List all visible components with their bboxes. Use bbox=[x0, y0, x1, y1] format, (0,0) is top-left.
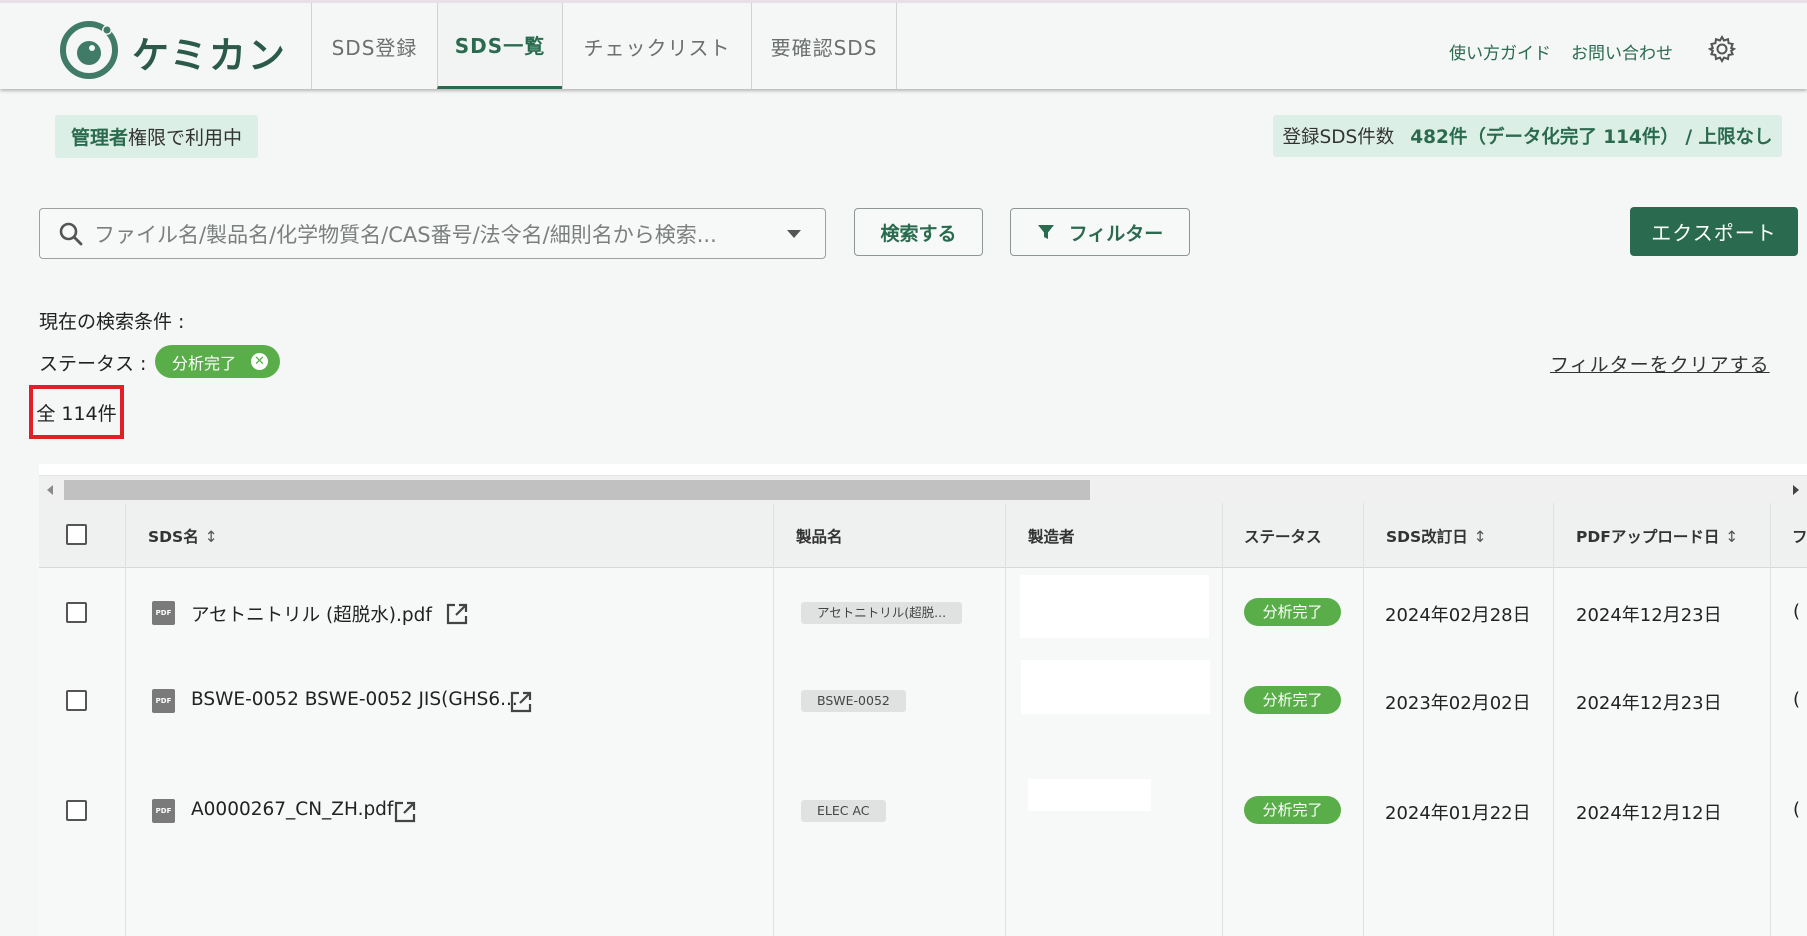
current-search-conditions-label: 現在の検索条件 : bbox=[39, 311, 185, 333]
pdf-upload-date: 2024年12月23日 bbox=[1576, 605, 1722, 626]
usage-guide-link[interactable]: 使い方ガイド bbox=[1449, 39, 1551, 64]
table-header-row: SDS名 ↕ 製品名 製造者 ステータス SDS改訂日 ↕ PDFアップロード日 ↕ … bbox=[39, 503, 1807, 569]
scrollbar-thumb[interactable] bbox=[64, 480, 1090, 500]
col-sds-name-label: SDS名 bbox=[148, 528, 199, 546]
search-box[interactable] bbox=[39, 208, 826, 259]
sort-icon[interactable]: ↕ bbox=[1725, 528, 1738, 546]
pdf-upload-date: 2024年12月12日 bbox=[1576, 803, 1722, 824]
scroll-left-arrow-icon[interactable] bbox=[47, 485, 53, 495]
horizontal-scrollbar[interactable] bbox=[39, 475, 1807, 504]
clear-filters-link[interactable]: フィルターをクリアする bbox=[1550, 350, 1770, 377]
sds-table: SDS名 ↕ 製品名 製造者 ステータス SDS改訂日 ↕ PDFアップロード日 ↕ … bbox=[39, 503, 1807, 936]
search-button[interactable]: 検索する bbox=[854, 208, 983, 256]
tab-sds-register[interactable]: SDS登録 bbox=[311, 3, 437, 89]
col-product-name: 製品名 bbox=[796, 528, 843, 546]
status-chip-label: 分析完了 bbox=[172, 353, 237, 373]
column-divider bbox=[773, 503, 774, 936]
cut-off-cell: ( bbox=[1793, 799, 1801, 820]
table-row[interactable]: PDF アセトニトリル (超脱水).pdf アセトニトリル(超脱... 分析完了… bbox=[39, 568, 1807, 657]
cut-off-cell: ( bbox=[1793, 689, 1801, 710]
select-all-checkbox[interactable] bbox=[66, 524, 87, 545]
manufacturer-redacted bbox=[1021, 660, 1210, 714]
col-pdf-upload-date[interactable]: PDFアップロード日 ↕ bbox=[1576, 525, 1738, 547]
sds-revision-date: 2023年02月02日 bbox=[1385, 693, 1531, 714]
manufacturer-redacted bbox=[1028, 779, 1151, 811]
open-external-icon[interactable] bbox=[445, 602, 469, 626]
contact-link[interactable]: お問い合わせ bbox=[1571, 39, 1673, 64]
export-button[interactable]: エクスポート bbox=[1630, 207, 1798, 256]
col-sds-name[interactable]: SDS名 ↕ bbox=[148, 525, 218, 547]
tab-checklist[interactable]: チェックリスト bbox=[562, 3, 751, 89]
sds-revision-date: 2024年01月22日 bbox=[1385, 803, 1531, 824]
status-badge: 分析完了 bbox=[1244, 796, 1341, 824]
scroll-right-arrow-icon[interactable] bbox=[1793, 485, 1799, 495]
sort-icon[interactable]: ↕ bbox=[205, 528, 218, 546]
pdf-file-icon: PDF bbox=[152, 601, 175, 625]
total-results-count: 全 114件 bbox=[29, 385, 124, 439]
sort-icon[interactable]: ↕ bbox=[1474, 528, 1487, 546]
search-icon bbox=[59, 222, 83, 246]
dropdown-caret-icon[interactable] bbox=[787, 230, 801, 238]
manufacturer-redacted bbox=[1020, 575, 1209, 638]
open-external-icon[interactable] bbox=[393, 800, 417, 824]
col-cut-off-header: フ bbox=[1792, 528, 1807, 546]
column-divider bbox=[1553, 503, 1554, 936]
table-row[interactable] bbox=[39, 875, 1807, 936]
col-sds-revision-date-label: SDS改訂日 bbox=[1386, 528, 1468, 546]
count-value: 482件（データ化完了 114件） / 上限なし bbox=[1410, 127, 1773, 148]
sds-file-name[interactable]: A0000267_CN_ZH.pdf bbox=[191, 799, 393, 820]
tab-sds-list[interactable]: SDS一覧 bbox=[437, 3, 562, 89]
col-pdf-upload-date-label: PDFアップロード日 bbox=[1576, 528, 1720, 546]
col-status: ステータス bbox=[1244, 528, 1322, 546]
pdf-file-icon: PDF bbox=[152, 799, 175, 823]
open-external-icon[interactable] bbox=[509, 690, 533, 714]
row-checkbox[interactable] bbox=[66, 602, 87, 623]
cut-off-cell: ( bbox=[1793, 601, 1801, 622]
admin-permission-badge: 管理者 権限で利用中 bbox=[55, 115, 259, 158]
status-badge: 分析完了 bbox=[1244, 686, 1341, 714]
column-divider bbox=[1363, 503, 1364, 936]
pdf-upload-date: 2024年12月23日 bbox=[1576, 693, 1722, 714]
column-divider bbox=[1222, 503, 1223, 936]
status-badge: 分析完了 bbox=[1244, 598, 1341, 626]
filter-button[interactable]: フィルター bbox=[1010, 208, 1190, 256]
column-divider bbox=[1005, 503, 1006, 936]
top-navigation-bar: ケミカン SDS登録 SDS一覧 チェックリスト 要確認SDS 使い方ガイド お… bbox=[0, 0, 1807, 89]
kemikan-logo-icon[interactable] bbox=[58, 19, 120, 81]
tab-needs-review-sds[interactable]: 要確認SDS bbox=[751, 3, 897, 89]
filter-funnel-icon bbox=[1037, 225, 1054, 239]
table-row[interactable]: PDF BSWE-0052 BSWE-0052 JIS(GHS6... BSWE… bbox=[39, 656, 1807, 745]
admin-role: 管理者 bbox=[71, 127, 129, 149]
col-sds-revision-date[interactable]: SDS改訂日 ↕ bbox=[1386, 525, 1487, 547]
sds-file-name[interactable]: アセトニトリル (超脱水).pdf bbox=[191, 601, 432, 627]
sds-revision-date: 2024年02月28日 bbox=[1385, 605, 1531, 626]
status-filter-chip: 分析完了 ✕ bbox=[155, 345, 280, 378]
count-label: 登録SDS件数 bbox=[1282, 127, 1395, 148]
column-divider bbox=[125, 503, 126, 936]
pdf-file-icon: PDF bbox=[152, 689, 175, 713]
sds-file-name[interactable]: BSWE-0052 BSWE-0052 JIS(GHS6... bbox=[191, 689, 518, 710]
status-filter-label: ステータス : bbox=[39, 353, 147, 375]
row-checkbox[interactable] bbox=[66, 690, 87, 711]
main-tabs: SDS登録 SDS一覧 チェックリスト 要確認SDS bbox=[311, 3, 897, 89]
table-top-spacer bbox=[39, 464, 1807, 475]
admin-role-suffix: 権限で利用中 bbox=[128, 127, 243, 149]
product-name-tag: ELEC AC bbox=[801, 800, 886, 822]
col-manufacturer: 製造者 bbox=[1028, 528, 1075, 546]
registered-sds-count-badge: 登録SDS件数 482件（データ化完了 114件） / 上限なし bbox=[1273, 115, 1782, 157]
row-checkbox[interactable] bbox=[66, 800, 87, 821]
product-name-tag: アセトニトリル(超脱... bbox=[801, 602, 963, 624]
search-input[interactable] bbox=[92, 219, 776, 251]
settings-gear-icon[interactable] bbox=[1707, 34, 1737, 64]
filter-button-label: フィルター bbox=[1068, 222, 1164, 245]
product-name-tag: BSWE-0052 bbox=[801, 690, 906, 712]
logo-text[interactable]: ケミカン bbox=[132, 25, 287, 79]
table-row[interactable]: PDF A0000267_CN_ZH.pdf ELEC AC 分析完了 2024… bbox=[39, 744, 1807, 876]
remove-filter-close-icon[interactable]: ✕ bbox=[251, 353, 268, 370]
column-divider bbox=[1770, 503, 1771, 936]
